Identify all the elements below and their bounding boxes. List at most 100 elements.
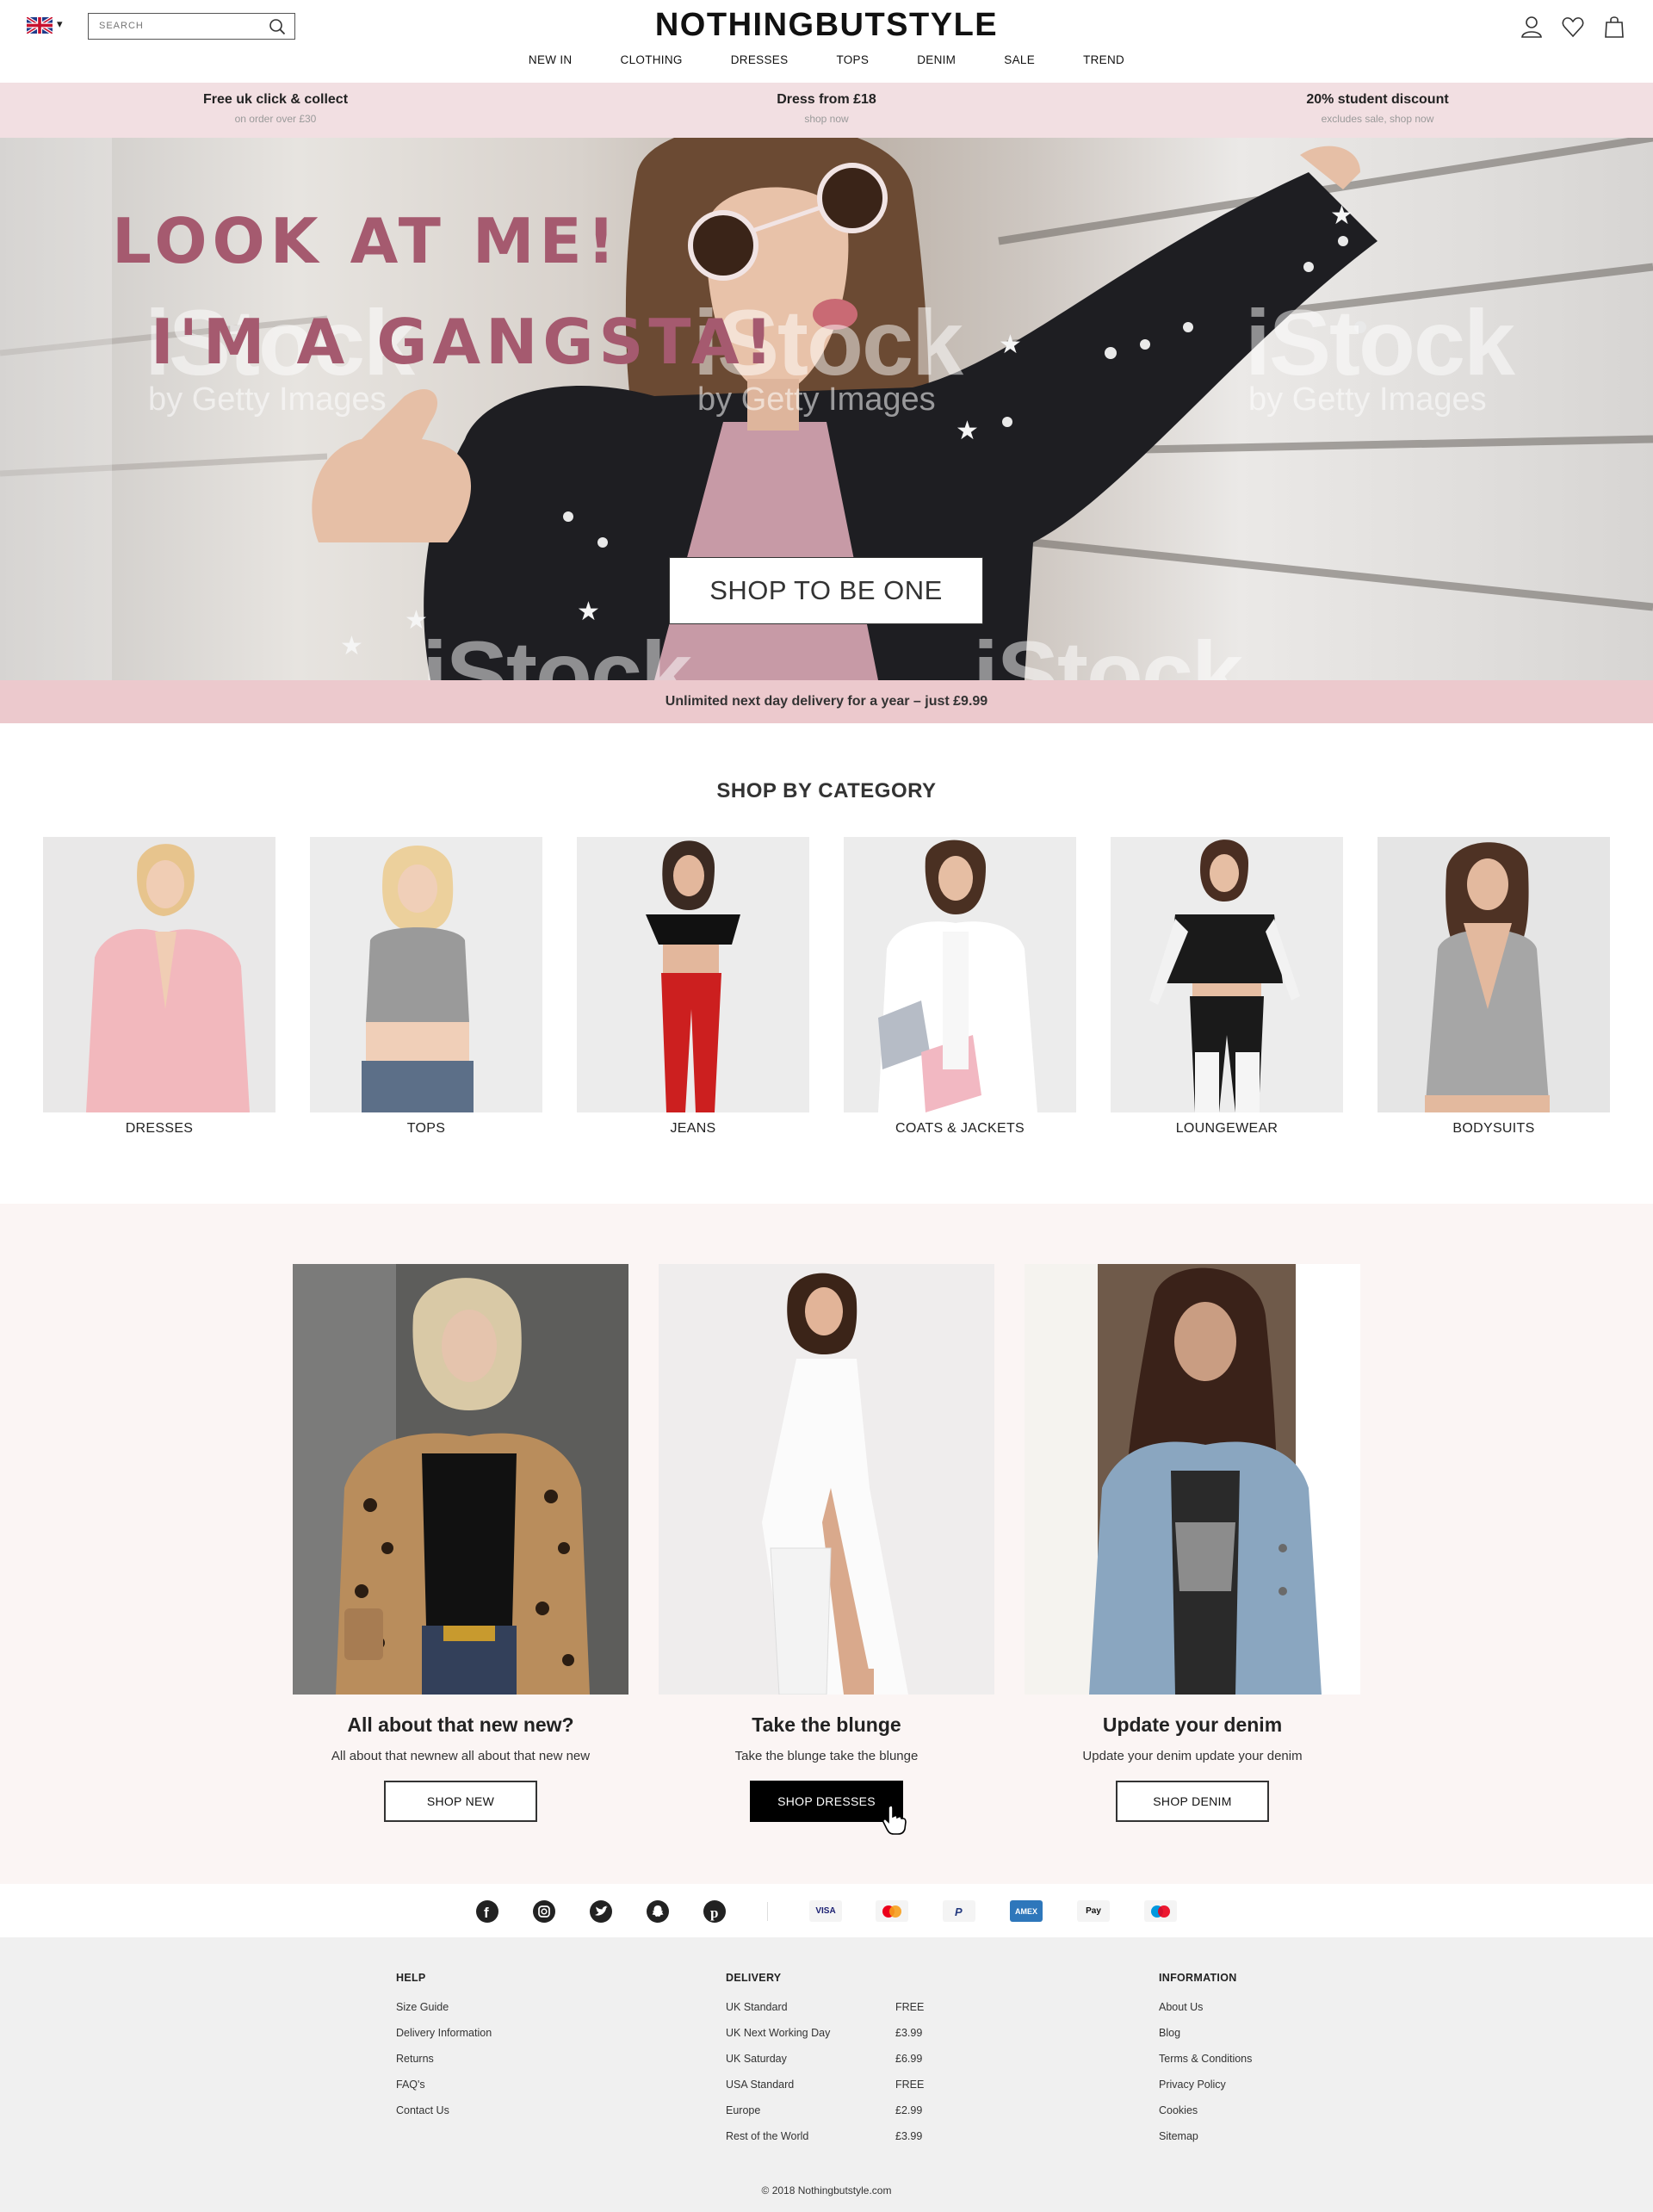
category-image bbox=[1111, 837, 1343, 1112]
feature-title: Take the blunge bbox=[752, 1713, 901, 1736]
nav-item-trend[interactable]: TREND bbox=[1083, 53, 1124, 66]
category-heading: SHOP BY CATEGORY bbox=[716, 779, 937, 802]
delivery-price: FREE bbox=[895, 2001, 925, 2013]
separator bbox=[767, 1902, 768, 1921]
delivery-row: UK Standard FREE bbox=[726, 2001, 924, 2027]
nav-item-sale[interactable]: SALE bbox=[1004, 53, 1035, 66]
maestro-icon bbox=[1144, 1900, 1177, 1922]
promo-title: Dress from £18 bbox=[777, 92, 876, 107]
footer-link[interactable]: Blog bbox=[1159, 2027, 1252, 2053]
feature-description: Take the blunge take the blunge bbox=[734, 1749, 919, 1763]
category-dresses[interactable]: DRESSES bbox=[43, 837, 276, 1137]
footer-link[interactable]: Sitemap bbox=[1159, 2130, 1252, 2156]
shop-dresses-button[interactable]: SHOP DRESSES bbox=[750, 1781, 903, 1822]
watermark-caption: by Getty Images bbox=[1248, 381, 1487, 418]
amex-icon: AMEX bbox=[1010, 1900, 1043, 1922]
svg-text:P: P bbox=[955, 1905, 963, 1918]
svg-text:★: ★ bbox=[999, 330, 1022, 360]
footer-link[interactable]: Size Guide bbox=[396, 2001, 492, 2027]
footer-link[interactable]: Cookies bbox=[1159, 2104, 1252, 2130]
pinterest-icon[interactable]: p bbox=[703, 1900, 726, 1923]
footer-link[interactable]: Delivery Information bbox=[396, 2027, 492, 2053]
delivery-option: USA Standard bbox=[726, 2079, 795, 2091]
snapchat-icon[interactable] bbox=[647, 1900, 669, 1923]
category-label: LOUNGEWEAR bbox=[1175, 1121, 1278, 1136]
footer-link[interactable]: FAQ's bbox=[396, 2079, 492, 2104]
footer-delivery: DELIVERY UK Standard FREE UK Next Working… bbox=[726, 1972, 924, 2156]
category-label: JEANS bbox=[670, 1121, 716, 1136]
delivery-banner[interactable]: Unlimited next day delivery for a year –… bbox=[0, 680, 1653, 723]
copyright: © 2018 Nothingbutstyle.com bbox=[761, 2184, 892, 2197]
feature-image[interactable] bbox=[1025, 1264, 1360, 1695]
bag-icon[interactable] bbox=[1601, 14, 1627, 40]
nav-item-new-in[interactable]: NEW IN bbox=[529, 53, 573, 66]
shop-denim-button[interactable]: SHOP DENIM bbox=[1116, 1781, 1269, 1822]
social-payment-bar: f p VISA P AMEX Pay bbox=[0, 1884, 1653, 1937]
watermark: iStock bbox=[1245, 290, 1515, 394]
visa-icon: VISA bbox=[809, 1900, 842, 1922]
hero-banner[interactable]: ★ ★ ★ ★ ★ ★ iStock by Getty Images iStock by… bbox=[0, 138, 1653, 680]
watermark: iStock bbox=[973, 622, 1243, 680]
delivery-row: Europe £2.99 bbox=[726, 2104, 924, 2130]
nav-item-clothing[interactable]: CLOTHING bbox=[621, 53, 683, 66]
site-logo[interactable]: NOTHINGBUTSTYLE bbox=[0, 7, 1653, 44]
category-jeans[interactable]: JEANS bbox=[577, 837, 809, 1137]
heart-icon[interactable] bbox=[1560, 14, 1586, 40]
delivery-price: £3.99 bbox=[895, 2130, 923, 2142]
promo-title: Free uk click & collect bbox=[202, 92, 349, 107]
watermark-caption: by Getty Images bbox=[697, 381, 936, 418]
footer-help: HELP Size Guide Delivery Information Ret… bbox=[396, 1972, 492, 2130]
delivery-row: UK Next Working Day £3.99 bbox=[726, 2027, 924, 2053]
promo-dress-price[interactable]: Dress from £18 shop now bbox=[611, 92, 1042, 125]
footer-information: INFORMATION About Us Blog Terms & Condit… bbox=[1159, 1972, 1252, 2156]
twitter-icon[interactable] bbox=[590, 1900, 612, 1923]
promo-click-collect[interactable]: Free uk click & collect on order over £3… bbox=[60, 92, 491, 125]
hero-headline-1: LOOK AT ME! bbox=[112, 205, 621, 277]
category-bodysuits[interactable]: BODYSUITS bbox=[1378, 837, 1610, 1137]
instagram-icon[interactable] bbox=[533, 1900, 555, 1923]
svg-text:f: f bbox=[484, 1905, 489, 1921]
promo-title: 20% student discount bbox=[1306, 92, 1449, 107]
category-label: TOPS bbox=[406, 1121, 446, 1136]
footer-heading: INFORMATION bbox=[1159, 1972, 1237, 1984]
shop-new-button[interactable]: SHOP NEW bbox=[384, 1781, 537, 1822]
feature-image[interactable] bbox=[293, 1264, 628, 1695]
promo-student-discount[interactable]: 20% student discount excludes sale, shop… bbox=[1162, 92, 1593, 125]
footer-link[interactable]: About Us bbox=[1159, 2001, 1252, 2027]
account-icon[interactable] bbox=[1519, 14, 1545, 40]
delivery-price: £6.99 bbox=[895, 2053, 923, 2065]
nav-item-tops[interactable]: TOPS bbox=[836, 53, 869, 66]
mastercard-icon bbox=[876, 1900, 908, 1922]
watermark: iStock bbox=[422, 622, 692, 680]
site-footer: HELP Size Guide Delivery Information Ret… bbox=[0, 1937, 1653, 2212]
delivery-row: UK Saturday £6.99 bbox=[726, 2053, 924, 2079]
footer-heading: DELIVERY bbox=[726, 1972, 782, 1984]
promo-subtitle: on order over £30 bbox=[234, 113, 317, 125]
delivery-price: £3.99 bbox=[895, 2027, 923, 2039]
main-nav: NEW IN CLOTHING DRESSES TOPS DENIM SALE … bbox=[0, 53, 1653, 66]
footer-link[interactable]: Privacy Policy bbox=[1159, 2079, 1252, 2104]
nav-item-dresses[interactable]: DRESSES bbox=[731, 53, 789, 66]
delivery-price: FREE bbox=[895, 2079, 925, 2091]
delivery-option: Europe bbox=[726, 2104, 761, 2116]
delivery-option: UK Standard bbox=[726, 2001, 788, 2013]
delivery-row: USA Standard FREE bbox=[726, 2079, 924, 2104]
facebook-icon[interactable]: f bbox=[476, 1900, 498, 1923]
feature-image[interactable] bbox=[659, 1264, 994, 1695]
category-image bbox=[310, 837, 542, 1112]
feature-title: Update your denim bbox=[1102, 1713, 1283, 1736]
category-label: COATS & JACKETS bbox=[895, 1121, 1025, 1136]
shop-to-be-one-button[interactable]: SHOP TO BE ONE bbox=[669, 557, 983, 624]
footer-link[interactable]: Contact Us bbox=[396, 2104, 492, 2130]
footer-link[interactable]: Terms & Conditions bbox=[1159, 2053, 1252, 2079]
promo-subtitle: shop now bbox=[804, 113, 849, 125]
nav-item-denim[interactable]: DENIM bbox=[917, 53, 956, 66]
category-tops[interactable]: TOPS bbox=[310, 837, 542, 1137]
category-loungewear[interactable]: LOUNGEWEAR bbox=[1111, 837, 1343, 1137]
footer-link[interactable]: Returns bbox=[396, 2053, 492, 2079]
category-coats-jackets[interactable]: COATS & JACKETS bbox=[844, 837, 1076, 1137]
svg-text:★: ★ bbox=[340, 631, 363, 661]
delivery-row: Rest of the World £3.99 bbox=[726, 2130, 924, 2156]
delivery-option: UK Next Working Day bbox=[726, 2027, 831, 2039]
delivery-option: Rest of the World bbox=[726, 2130, 809, 2142]
